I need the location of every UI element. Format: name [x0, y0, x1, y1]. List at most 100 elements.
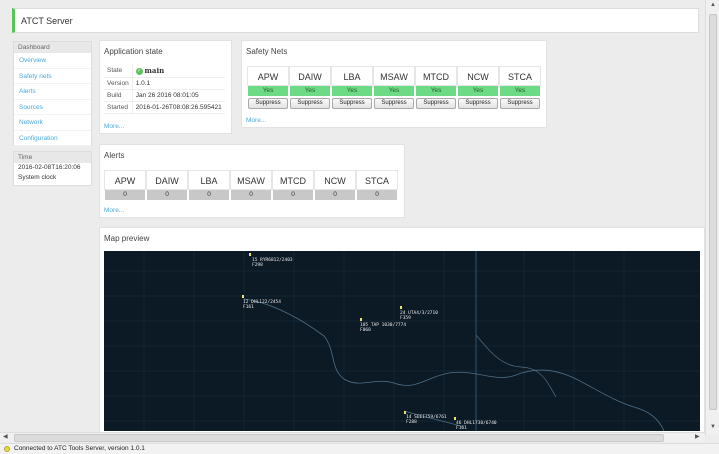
- status-bar: Connected to ATC Tools Server, version 1…: [0, 443, 719, 454]
- aircraft-icon[interactable]: [242, 295, 244, 298]
- alert-name: STCA: [356, 170, 398, 190]
- safety-net-msaw: MSAW Yes Suppress: [373, 66, 415, 109]
- safety-net-status: Yes: [500, 86, 540, 96]
- table-row: Version 1.0.1: [104, 77, 225, 90]
- track-level: F298: [252, 263, 263, 268]
- horizontal-scrollbar[interactable]: ◀ ▶: [0, 432, 705, 442]
- alert-count: 0: [273, 190, 313, 200]
- map-preview-title: Map preview: [104, 234, 150, 243]
- aircraft-markers: [242, 253, 456, 420]
- scroll-down-icon[interactable]: ▼: [710, 424, 716, 430]
- track-label[interactable]: 46 DHL1738/6740 F161: [456, 421, 497, 431]
- alert-name: MTCD: [272, 170, 314, 190]
- scroll-left-icon[interactable]: ◀: [3, 433, 8, 440]
- safety-net-status: Yes: [416, 86, 456, 96]
- track-level: F161: [243, 305, 254, 310]
- suppress-msaw-button[interactable]: Suppress: [374, 98, 414, 109]
- safety-net-name: LBA: [331, 66, 373, 86]
- state-value: main: [144, 66, 165, 75]
- alert-name: DAIW: [146, 170, 188, 190]
- application-state-panel: Application state State ✓ main Version 1…: [99, 40, 232, 134]
- app-title: ATCT Server: [21, 16, 73, 26]
- safety-net-status: Yes: [248, 86, 288, 96]
- scroll-right-icon[interactable]: ▶: [695, 433, 700, 440]
- map-graphics: [104, 251, 700, 431]
- application-state-title: Application state: [104, 47, 163, 56]
- coastline-secondary: [403, 334, 557, 428]
- safety-net-ncw: NCW Yes Suppress: [457, 66, 499, 109]
- aircraft-icon[interactable]: [454, 417, 456, 420]
- table-row: State ✓ main: [104, 64, 225, 78]
- map-canvas[interactable]: 15 RYR6812/2403 F298 12 DHL122/2454 F161…: [104, 251, 700, 431]
- suppress-daiw-button[interactable]: Suppress: [290, 98, 330, 109]
- suppress-lba-button[interactable]: Suppress: [332, 98, 372, 109]
- safety-net-name: STCA: [499, 66, 541, 86]
- horizontal-scroll-thumb[interactable]: [14, 434, 664, 442]
- track-label[interactable]: 105 TAP 1030/7774 F068: [360, 323, 406, 333]
- suppress-ncw-button[interactable]: Suppress: [458, 98, 498, 109]
- alert-count: 0: [147, 190, 187, 200]
- alert-count: 0: [105, 190, 145, 200]
- alert-stca: STCA 0: [356, 170, 398, 200]
- track-label[interactable]: 15 RYR6812/2403 F298: [252, 258, 293, 268]
- alert-name: LBA: [188, 170, 230, 190]
- check-circle-icon: ✓: [135, 67, 143, 75]
- alerts-more-link[interactable]: More...: [104, 207, 124, 214]
- safety-net-daiw: DAIW Yes Suppress: [289, 66, 331, 109]
- track-label[interactable]: 24 UTA4/3/2710 F359: [400, 311, 438, 321]
- safety-nets-title: Safety Nets: [246, 47, 288, 56]
- suppress-apw-button[interactable]: Suppress: [248, 98, 288, 109]
- status-text: Connected to ATC Tools Server, version 1…: [14, 445, 145, 452]
- started-value: 2016-01-26T08:08:26.595421: [132, 101, 225, 114]
- suppress-stca-button[interactable]: Suppress: [500, 98, 540, 109]
- aircraft-icon[interactable]: [404, 411, 406, 414]
- app-window: ATCT Server Dashboard Overview Safety ne…: [0, 0, 719, 454]
- application-state-more-link[interactable]: More...: [104, 123, 124, 130]
- version-value: 1.0.1: [132, 77, 225, 90]
- scroll-up-icon[interactable]: ▲: [710, 2, 716, 8]
- alert-name: APW: [104, 170, 146, 190]
- track-level: F288: [406, 420, 417, 425]
- table-row: Started 2016-01-26T08:08:26.595421: [104, 101, 225, 114]
- sidebar-item-network[interactable]: Network: [14, 115, 91, 131]
- app-header: ATCT Server: [12, 8, 699, 33]
- vertical-scrollbar[interactable]: ▲ ▼: [705, 0, 719, 435]
- sidebar-item-configuration[interactable]: Configuration: [14, 131, 91, 146]
- coastline: [243, 298, 665, 431]
- aircraft-icon[interactable]: [400, 306, 402, 309]
- aircraft-icon[interactable]: [249, 253, 251, 256]
- alert-count: 0: [357, 190, 397, 200]
- safety-nets-grid: APW Yes Suppress DAIW Yes Suppress LBA Y…: [247, 66, 541, 109]
- track-level: F161: [456, 426, 467, 431]
- started-key: Started: [104, 101, 133, 114]
- safety-net-lba: LBA Yes Suppress: [331, 66, 373, 109]
- safety-net-mtcd: MTCD Yes Suppress: [415, 66, 457, 109]
- safety-net-status: Yes: [290, 86, 330, 96]
- safety-nets-more-link[interactable]: More...: [246, 117, 266, 124]
- track-label[interactable]: 14 SEEI759/6761 F288: [406, 415, 447, 425]
- vertical-scroll-thumb[interactable]: [709, 14, 717, 410]
- track-label[interactable]: 12 DHL122/2454 F161: [243, 300, 281, 310]
- sidebar-item-sources[interactable]: Sources: [14, 100, 91, 115]
- sidebar-item-alerts[interactable]: Alerts: [14, 84, 91, 100]
- connection-status-icon: [4, 446, 10, 452]
- sidebar-item-overview[interactable]: Overview: [14, 53, 91, 69]
- track-level: F359: [400, 316, 411, 321]
- sidebar-item-safety-nets[interactable]: Safety nets: [14, 69, 91, 84]
- build-value: Jan 26 2016 08:01:05: [132, 89, 225, 102]
- sidebar-nav: Dashboard Overview Safety nets Alerts So…: [13, 41, 92, 146]
- safety-net-name: NCW: [457, 66, 499, 86]
- alert-name: NCW: [314, 170, 356, 190]
- suppress-mtcd-button[interactable]: Suppress: [416, 98, 456, 109]
- sidebar-heading: Dashboard: [14, 42, 91, 53]
- alert-daiw: DAIW 0: [146, 170, 188, 200]
- alert-count: 0: [189, 190, 229, 200]
- safety-net-status: Yes: [458, 86, 498, 96]
- alert-lba: LBA 0: [188, 170, 230, 200]
- alert-count: 0: [231, 190, 271, 200]
- aircraft-icon[interactable]: [360, 318, 362, 321]
- time-heading: Time: [14, 152, 91, 163]
- alert-apw: APW 0: [104, 170, 146, 200]
- alert-ncw: NCW 0: [314, 170, 356, 200]
- time-panel: Time 2016-02-08T16:20:06 System clock: [13, 151, 92, 186]
